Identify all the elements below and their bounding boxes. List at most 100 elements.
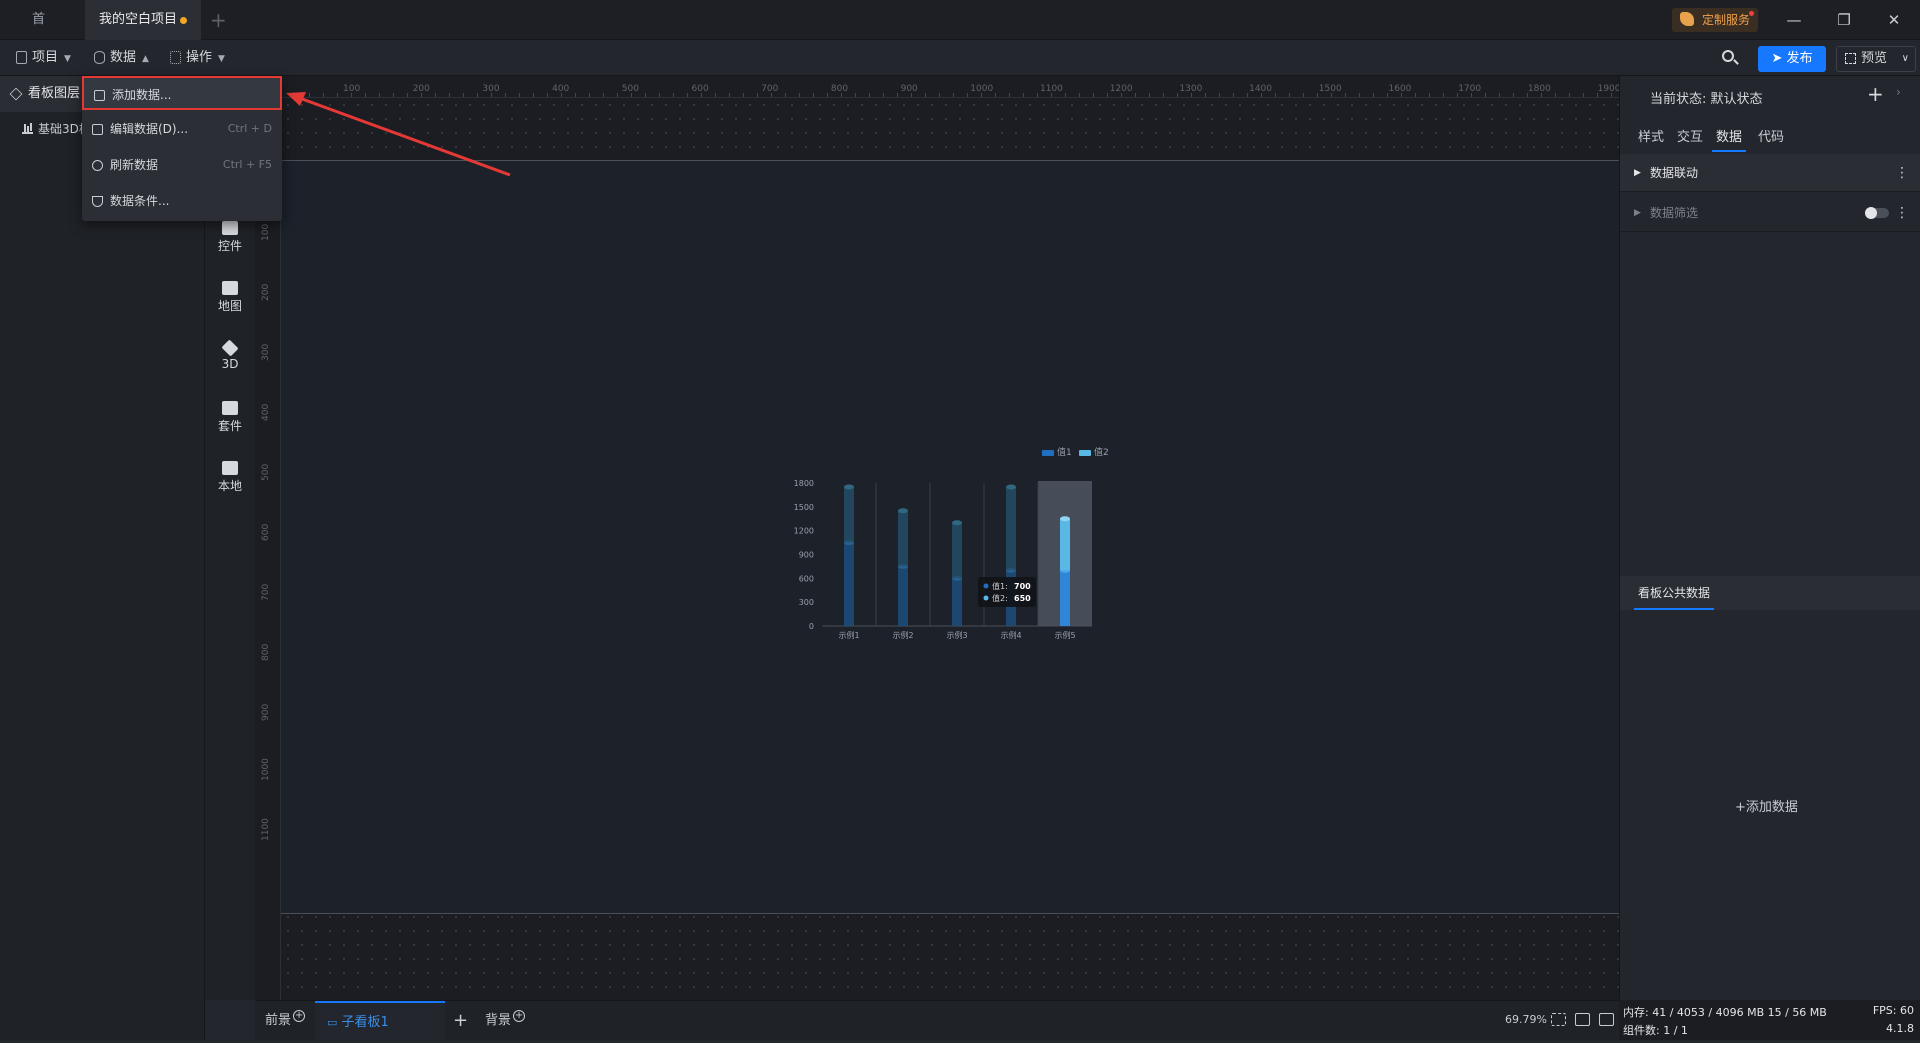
- menu-item-refresh-data[interactable]: 刷新数据 Ctrl + F5: [82, 148, 282, 182]
- data-dropdown-menu: 添加数据... 编辑数据(D)... Ctrl + D 刷新数据 Ctrl + …: [82, 76, 282, 221]
- caret-right-icon: ▶: [1634, 168, 1641, 178]
- bar-series-1: [1060, 570, 1070, 626]
- title-bar: 首页 我的空白项目 + 定制服务 — ❐ ✕: [0, 0, 1920, 67]
- tab-project[interactable]: 我的空白项目: [85, 0, 201, 40]
- fps-status: FPS: 60: [1872, 1004, 1914, 1017]
- filter-icon: [92, 196, 103, 207]
- y-tick-label: 900: [799, 551, 814, 560]
- x-tick-label: 示例1: [838, 630, 859, 640]
- ruler-label: 1000: [261, 758, 271, 781]
- section-data-linkage[interactable]: ▶ 数据联动 ⋮: [1620, 154, 1920, 192]
- fit-screen-icon[interactable]: [1551, 1013, 1566, 1026]
- ruler-label: 700: [261, 583, 271, 601]
- ruler-label: 400: [552, 84, 570, 94]
- tooltip-value: 650: [1014, 594, 1031, 603]
- restore-button[interactable]: ❐: [1832, 8, 1856, 32]
- menu-operation-label: 操作: [186, 50, 213, 65]
- tab-home[interactable]: 首页: [18, 0, 70, 67]
- tool-3d-label: 3D: [221, 357, 239, 371]
- ruler-label: 200: [261, 283, 271, 301]
- bar-series-2-top: [844, 484, 854, 490]
- tool-control-label: 控件: [217, 239, 242, 253]
- tooltip-name: 值2:: [992, 593, 1008, 603]
- add-circle-icon[interactable]: +: [293, 1010, 306, 1022]
- menu-data[interactable]: 数据 ▲: [92, 46, 149, 70]
- current-state[interactable]: 当前状态: 默认状态: [1650, 88, 1763, 107]
- tool-3d[interactable]: 3D: [205, 339, 255, 371]
- section-data-filter[interactable]: ▶ 数据筛选 ⋮: [1620, 194, 1920, 232]
- chevron-down-icon: ▼: [64, 54, 71, 64]
- ruler-label: 1600: [1388, 84, 1412, 94]
- tooltip-marker: [983, 595, 989, 601]
- section-label: 数据联动: [1650, 166, 1699, 180]
- ruler-label: 800: [830, 84, 849, 94]
- menu-project[interactable]: 项目 ▼: [14, 46, 71, 70]
- tool-suite[interactable]: 套件: [205, 401, 255, 434]
- tab-data[interactable]: 数据: [1712, 126, 1747, 152]
- tab-public-data[interactable]: 看板公共数据: [1634, 576, 1715, 610]
- bar-series-2: [1006, 486, 1016, 571]
- bar-chart-3d[interactable]: 值1 值2 1800 1500 1200 900 600 300 0 示例1 示例2 示例3 示例4…: [780, 445, 1110, 645]
- ruler-label: 500: [621, 84, 639, 94]
- bar-series-1: [844, 542, 854, 626]
- tooltip-value: 700: [1014, 582, 1031, 591]
- tab-style[interactable]: 样式: [1638, 126, 1664, 152]
- keyboard-icon[interactable]: [1575, 1013, 1590, 1026]
- custom-service-button[interactable]: 定制服务: [1672, 8, 1759, 32]
- tool-suite-label: 套件: [217, 419, 242, 433]
- tab-interaction[interactable]: 交互: [1677, 126, 1703, 152]
- tool-control[interactable]: 控件: [205, 221, 255, 254]
- ruler-label: 400: [261, 403, 271, 421]
- menu-item-add-data[interactable]: 添加数据...: [82, 76, 282, 110]
- version-label: 4.1.8: [1886, 1022, 1914, 1035]
- ruler-label: 1100: [1040, 84, 1063, 94]
- menu-operation[interactable]: 操作 ▼: [168, 46, 225, 70]
- layers-icon: [9, 87, 23, 101]
- chart-svg: 1800 1500 1200 900 600 300 0 示例1 示例2 示例3 示例4 示例5 值1:…: [794, 479, 1092, 640]
- more-icon[interactable]: ⋮: [1895, 194, 1909, 232]
- publish-button[interactable]: ➤ 发布: [1758, 46, 1826, 72]
- preview-button[interactable]: 预览 ∨: [1836, 46, 1916, 72]
- bar-series-2-top: [1060, 516, 1070, 522]
- menu-item-edit-data[interactable]: 编辑数据(D)... Ctrl + D: [82, 112, 282, 146]
- filter-toggle[interactable]: [1865, 207, 1889, 219]
- menu-item-data-condition[interactable]: 数据条件...: [82, 184, 282, 218]
- minimize-button[interactable]: —: [1782, 8, 1806, 32]
- tool-local-label: 本地: [217, 479, 242, 493]
- ruler-label: 1100: [261, 818, 271, 841]
- ruler-label: 600: [261, 523, 271, 541]
- tool-map[interactable]: 地图: [205, 281, 255, 314]
- tool-local[interactable]: 本地: [205, 461, 255, 494]
- component-count: 组件数: 1 / 1: [1623, 1024, 1688, 1037]
- tab-code[interactable]: 代码: [1758, 126, 1784, 152]
- unsaved-dot-icon: [180, 17, 187, 24]
- menu-project-label: 项目: [32, 50, 59, 65]
- tab-background[interactable]: 背景 +: [485, 1001, 526, 1041]
- shirt-icon: [222, 401, 238, 415]
- layer-item-3d-bar[interactable]: 基础3D柱: [22, 118, 91, 140]
- bar-series-2: [898, 510, 908, 567]
- database-icon: [94, 51, 105, 64]
- tool-map-label: 地图: [217, 299, 242, 313]
- add-tab-button[interactable]: +: [210, 8, 227, 32]
- more-icon[interactable]: ⋮: [1895, 154, 1909, 192]
- annotation-arrow: [286, 92, 511, 177]
- tab-foreground[interactable]: 前景 +: [265, 1001, 306, 1041]
- chevron-right-icon[interactable]: ›: [1896, 85, 1901, 99]
- terminal-icon[interactable]: [1599, 1013, 1614, 1026]
- tab-subboard[interactable]: ▭ 子看板1: [315, 1001, 445, 1041]
- ruler-label: 100: [261, 223, 271, 241]
- add-state-button[interactable]: +: [1867, 82, 1884, 106]
- close-button[interactable]: ✕: [1882, 8, 1906, 32]
- y-tick-label: 600: [799, 574, 814, 583]
- arrow-shaft: [293, 94, 511, 177]
- add-board-button[interactable]: +: [453, 1001, 468, 1041]
- bottom-bar: 前景 + ▭ 子看板1 + 背景 + 69.79%: [255, 1000, 1619, 1041]
- zoom-level[interactable]: 69.79%: [1505, 1013, 1547, 1026]
- search-button[interactable]: [1720, 48, 1740, 68]
- add-data-button[interactable]: +添加数据: [1735, 796, 1798, 815]
- add-circle-icon[interactable]: +: [513, 1010, 526, 1022]
- ruler-label: 1400: [1249, 84, 1272, 94]
- board-icon: ▭: [327, 1016, 338, 1029]
- chevron-down-icon: ▼: [218, 54, 225, 64]
